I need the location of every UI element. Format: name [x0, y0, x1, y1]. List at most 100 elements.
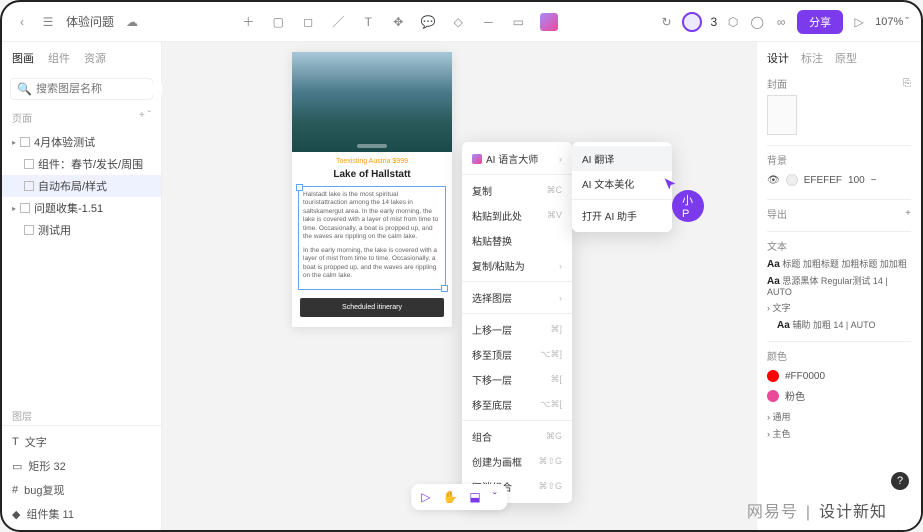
card-title: Lake of Hallstatt	[292, 167, 452, 186]
ctx-group[interactable]: 组合⌘G	[462, 424, 572, 449]
ctx-copy[interactable]: 复制⌘C	[462, 178, 572, 203]
copy-icon[interactable]: ⎘	[903, 78, 911, 89]
ctx-move-down[interactable]: 下移一层⌘[	[462, 367, 572, 392]
zoom-control[interactable]: 107%ˇ	[875, 16, 909, 28]
topbar: ‹ ☰ 体验问题 ☁ ＋ ▢ ◻ ／ T ✥ 💬 ◇ ─ ▭ ↻ 3 ⬡ ◯ ∞…	[2, 2, 921, 42]
ai-brand-icon[interactable]	[540, 13, 558, 31]
selected-text-block[interactable]: Halstadt lake is the most spiritual tour…	[298, 186, 446, 290]
ctx-paste-here[interactable]: 粘贴到此处⌘V	[462, 203, 572, 228]
minus-icon[interactable]: −	[871, 175, 877, 186]
tab-design[interactable]: 设计	[767, 50, 789, 66]
link-icon[interactable]: ∞	[773, 14, 789, 30]
back-icon[interactable]: ‹	[14, 14, 30, 30]
layer-row[interactable]: ◆组件集 11	[2, 502, 161, 526]
color-group[interactable]: › 主色	[767, 427, 911, 440]
frame-icon: #	[12, 484, 18, 496]
ctx-ai-master[interactable]: AI 语言大师 ›	[462, 146, 572, 171]
chat-icon[interactable]: 💬	[420, 14, 436, 30]
text-icon: T	[12, 436, 19, 448]
canvas-tools: ▷ ✋ ⬓ ˇ	[411, 484, 507, 510]
bookmark-icon[interactable]: ◯	[749, 14, 765, 30]
play-icon[interactable]: ▷	[851, 14, 867, 30]
bg-opacity[interactable]: 100	[848, 175, 865, 186]
share-button[interactable]: 分享	[797, 10, 843, 34]
history-icon[interactable]: ↻	[658, 14, 674, 30]
typo-preset[interactable]: Aa 标题 加粗标题 加粗标题 加加粗	[767, 257, 911, 270]
menu-icon[interactable]: ☰	[40, 14, 56, 30]
layer-row[interactable]: ▭矩形 32	[2, 454, 161, 478]
frame-icon[interactable]: ▢	[270, 14, 286, 30]
tab-inspect[interactable]: 标注	[801, 50, 823, 66]
cloud-icon[interactable]: ☁	[124, 14, 140, 30]
shape-icon[interactable]: ◻	[300, 14, 316, 30]
search-box[interactable]: 🔍 ⇄	[10, 78, 153, 100]
typo-preset[interactable]: Aa 思源黑体 Regular测试 14 | AUTO	[767, 274, 911, 297]
ctx-paste-replace[interactable]: 粘贴替换	[462, 228, 572, 253]
ctx-copy-paste-as[interactable]: 复制/粘贴为›	[462, 253, 572, 278]
color-row[interactable]: #FF0000	[767, 367, 911, 385]
right-panel: 设计 标注 原型 封面⎘ 背景 👁 EFEFEF 100 −	[756, 42, 921, 530]
pen-icon[interactable]: ／	[330, 14, 346, 30]
artboard[interactable]: Toexisting Austria $999 Lake of Hallstat…	[292, 52, 452, 327]
context-menu: AI 语言大师 › 复制⌘C 粘贴到此处⌘V 粘贴替换 复制/粘贴为› 选择图层…	[462, 142, 572, 503]
tree-item[interactable]: 测试用	[2, 219, 161, 241]
typo-group[interactable]: › 文字	[767, 301, 911, 314]
bg-hex[interactable]: EFEFEF	[804, 175, 842, 186]
color-swatch[interactable]	[786, 174, 798, 186]
text-icon[interactable]: T	[360, 14, 376, 30]
eye-icon[interactable]: 👁	[767, 175, 780, 186]
add-icon[interactable]: ＋	[240, 14, 256, 30]
tab-layers[interactable]: 图画	[12, 50, 34, 66]
search-input[interactable]	[36, 83, 178, 95]
body-text: Halstadt lake is the most spiritual tour…	[303, 191, 441, 280]
layer-tree: ▸4月体验测试 组件：春节/发长/周围 自动布局/样式 ▸问题收集-1.51 测…	[2, 127, 161, 402]
ctx-move-top[interactable]: 移至顶层⌥⌘]	[462, 342, 572, 367]
cover-thumb[interactable]	[767, 95, 797, 135]
color-row[interactable]: 粉色	[767, 385, 911, 406]
select-tool[interactable]: ▷	[421, 490, 430, 504]
ai-translate[interactable]: AI 翻译	[572, 146, 672, 171]
search-icon: 🔍	[17, 82, 32, 96]
ctx-create-frame[interactable]: 创建为画框⌘⇧G	[462, 449, 572, 474]
canvas[interactable]: Toexisting Austria $999 Lake of Hallstat…	[162, 42, 756, 530]
tree-item[interactable]: 自动布局/样式	[2, 175, 161, 197]
help-button[interactable]: ?	[891, 472, 909, 490]
tree-item[interactable]: 组件：春节/发长/周围	[2, 153, 161, 175]
user-avatar[interactable]	[682, 12, 702, 32]
ai-icon	[472, 154, 482, 164]
color-group[interactable]: › 通用	[767, 410, 911, 423]
tab-prototype[interactable]: 原型	[835, 50, 857, 66]
color-section: 颜色 #FF0000 粉色 › 通用 › 主色	[767, 348, 911, 440]
ai-beautify[interactable]: AI 文本美化	[572, 171, 672, 196]
text-section: 文本 Aa 标题 加粗标题 加粗标题 加加粗 Aa 思源黑体 Regular测试…	[767, 238, 911, 331]
typo-preset[interactable]: Aa 辅助 加粗 14 | AUTO	[767, 318, 911, 331]
ctx-move-up[interactable]: 上移一层⌘]	[462, 317, 572, 342]
location-icon[interactable]: ⬡	[725, 14, 741, 30]
topbar-right: ↻ 3 ⬡ ◯ ∞ 分享 ▷ 107%ˇ	[658, 10, 909, 34]
move-icon[interactable]: ✥	[390, 14, 406, 30]
tab-components[interactable]: 组件	[48, 50, 70, 66]
collab-bubble: 小P	[672, 190, 704, 222]
tree-item[interactable]: ▸4月体验测试	[2, 131, 161, 153]
component-icon[interactable]: ◇	[450, 14, 466, 30]
layer-row[interactable]: T文字	[2, 430, 161, 454]
hero-image	[292, 52, 452, 152]
plus-icon[interactable]: +	[905, 208, 911, 219]
caption: Toexisting Austria $999	[292, 152, 452, 167]
app-window: ‹ ☰ 体验问题 ☁ ＋ ▢ ◻ ／ T ✥ 💬 ◇ ─ ▭ ↻ 3 ⬡ ◯ ∞…	[0, 0, 923, 532]
ai-submenu: AI 翻译 AI 文本美化 打开 AI 助手	[572, 142, 672, 232]
ruler-icon[interactable]: ─	[480, 14, 496, 30]
ai-open-assistant[interactable]: 打开 AI 助手	[572, 203, 672, 228]
chevron-down-icon[interactable]: ˇ	[493, 490, 497, 504]
measure-tool[interactable]: ⬓	[469, 490, 480, 504]
ctx-move-bottom[interactable]: 移至底层⌥⌘[	[462, 392, 572, 417]
tree-item[interactable]: ▸问题收集-1.51	[2, 197, 161, 219]
topbar-tools: ＋ ▢ ◻ ／ T ✥ 💬 ◇ ─ ▭	[240, 13, 558, 31]
image-icon[interactable]: ▭	[510, 14, 526, 30]
layer-row[interactable]: #bug复现	[2, 478, 161, 502]
hand-tool[interactable]: ✋	[442, 490, 457, 504]
cta-button[interactable]: Scheduled itinerary	[300, 298, 444, 317]
bg-section: 背景 👁 EFEFEF 100 −	[767, 152, 911, 189]
ctx-select-layer[interactable]: 选择图层›	[462, 285, 572, 310]
tab-assets[interactable]: 资源	[84, 50, 106, 66]
